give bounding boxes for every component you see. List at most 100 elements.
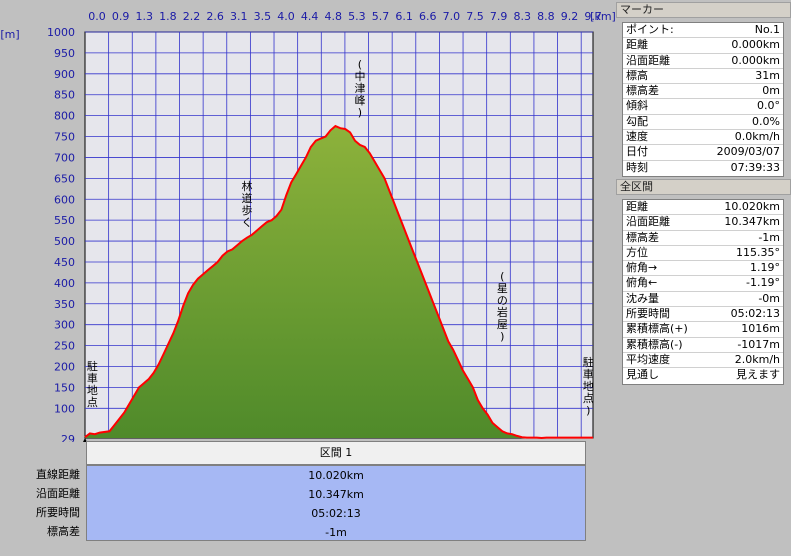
info-row: ポイント: No.1 [623,23,783,39]
total-info-table: 距離 10.020km 沿面距離 10.347km 標高差 -1m 方位 115.35° 俯角→… [622,199,784,385]
x-tick-label: 9.2 [561,10,579,23]
x-tick-label: 2.2 [183,10,201,23]
info-value: 0m [762,84,780,98]
y-tick-label: 200 [54,361,75,374]
x-tick-label: 3.1 [230,10,248,23]
y-tick-label: 600 [54,193,75,206]
info-row: 累積標高(+) 1016m [623,322,783,338]
y-tick-label: 900 [54,68,75,81]
info-value: 1016m [741,322,780,336]
y-tick-label: 700 [54,151,75,164]
section-summary: 10.020km 10.347km 05:02:13 -1m [86,465,586,541]
x-tick-label: 6.6 [419,10,437,23]
y-tick-label: 800 [54,110,75,123]
info-row: 平均速度 2.0km/h [623,352,783,369]
summary-value: 05:02:13 [311,507,361,520]
info-value: -1m [758,230,780,244]
info-value: 07:39:33 [730,160,780,174]
info-value: -1017m [737,337,780,351]
info-row: 距離 10.020km [623,200,783,216]
x-tick-label: 7.0 [443,10,461,23]
info-row: 標高差 0m [623,84,783,100]
info-value: -0m [758,291,780,305]
info-key: 標高 [626,68,648,82]
info-row: 沿面距離 0.000km [623,54,783,69]
info-key: 日付 [626,145,648,159]
info-row: 沈み量 -0m [623,291,783,308]
info-row: 所要時間 05:02:13 [623,307,783,323]
y-unit-label: [m] [0,28,19,41]
info-key: 俯角← [626,276,658,290]
info-value: 0.0km/h [734,130,780,144]
info-row: 累積標高(-) -1017m [623,338,783,353]
x-tick-label: 4.8 [325,10,343,23]
x-tick-label: 3.5 [254,10,272,23]
info-row: 標高差 -1m [623,231,783,246]
info-row: 俯角→ 1.19° [623,261,783,277]
x-tick-label: 0.9 [112,10,130,23]
info-value: 見えます [736,368,780,382]
y-tick-label: 500 [54,235,75,248]
x-tick-label: 4.4 [301,10,319,23]
y-tick-label: 100 [54,402,75,415]
marker-info-table: ポイント: No.1 距離 0.000km 沿面距離 0.000km 標高 31m 標高差 0m 傾… [622,22,784,177]
x-tick-label: 8.8 [537,10,555,23]
info-key: 距離 [626,200,648,213]
info-value: 10.347km [724,215,780,229]
section-header[interactable]: 区間 1 [86,441,586,465]
info-value: 0.0% [752,114,780,128]
info-value: 0.000km [731,38,780,52]
info-row: 勾配 0.0% [623,114,783,131]
info-key: 見通し [626,368,659,382]
info-row: 標高 31m [623,68,783,85]
y-tick-label: 1000 [47,26,75,39]
info-key: 俯角→ [626,261,658,275]
x-unit-label: [km] [590,10,616,23]
info-row: 見通し 見えます [623,368,783,383]
info-key: 沿面距離 [626,215,670,229]
elevation-chart[interactable]: 1000 950 900 850 800 750 700 650 600 550 500 450 400… [0,0,616,442]
summary-value: 10.020km [308,469,364,482]
summary-label: 標高差 [47,525,80,538]
info-key: 勾配 [626,114,648,128]
y-tick-label: 950 [54,47,75,60]
info-value: -1.19° [746,276,780,290]
summary-label: 沿面距離 [36,487,80,500]
x-tick-label: 1.3 [136,10,154,23]
info-row: 時刻 07:39:33 [623,161,783,176]
x-tick-label: 5.3 [348,10,366,23]
info-value: 1.19° [750,261,780,275]
total-panel-title: 全区間 [616,179,791,195]
x-tick-label: 2.6 [206,10,224,23]
info-row: 方位 115.35° [623,246,783,262]
y-tick-label: 250 [54,340,75,353]
y-tick-label: 400 [54,277,75,290]
info-row: 日付 2009/03/07 [623,145,783,161]
info-key: 沿面距離 [626,53,670,67]
x-tick-label: 1.8 [159,10,177,23]
info-value: 05:02:13 [730,307,780,321]
info-value: 2009/03/07 [716,145,780,159]
summary-value: 10.347km [308,488,364,501]
info-row: 沿面距離 10.347km [623,215,783,231]
info-value: 0.0° [757,99,780,113]
info-key: ポイント: [626,23,674,36]
info-key: 時刻 [626,160,648,174]
info-row: 速度 0.0km/h [623,130,783,146]
y-tick-label: 450 [54,256,75,269]
y-tick-label: 850 [54,89,75,102]
x-tick-label: 5.7 [372,10,390,23]
summary-value: -1m [325,526,347,539]
x-tick-label: 8.3 [514,10,532,23]
waypoint-annotation: 林道歩く [242,179,253,229]
summary-label: 直線距離 [36,468,80,481]
y-tick-label: 550 [54,214,75,227]
y-tick-label: 350 [54,298,75,311]
info-key: 平均速度 [626,352,670,366]
info-row: 距離 0.000km [623,38,783,54]
info-value: 0.000km [731,53,780,67]
info-key: 沈み量 [626,291,659,305]
x-tick-label: 7.9 [490,10,508,23]
info-value: 31m [755,68,780,82]
info-value: No.1 [754,23,780,36]
